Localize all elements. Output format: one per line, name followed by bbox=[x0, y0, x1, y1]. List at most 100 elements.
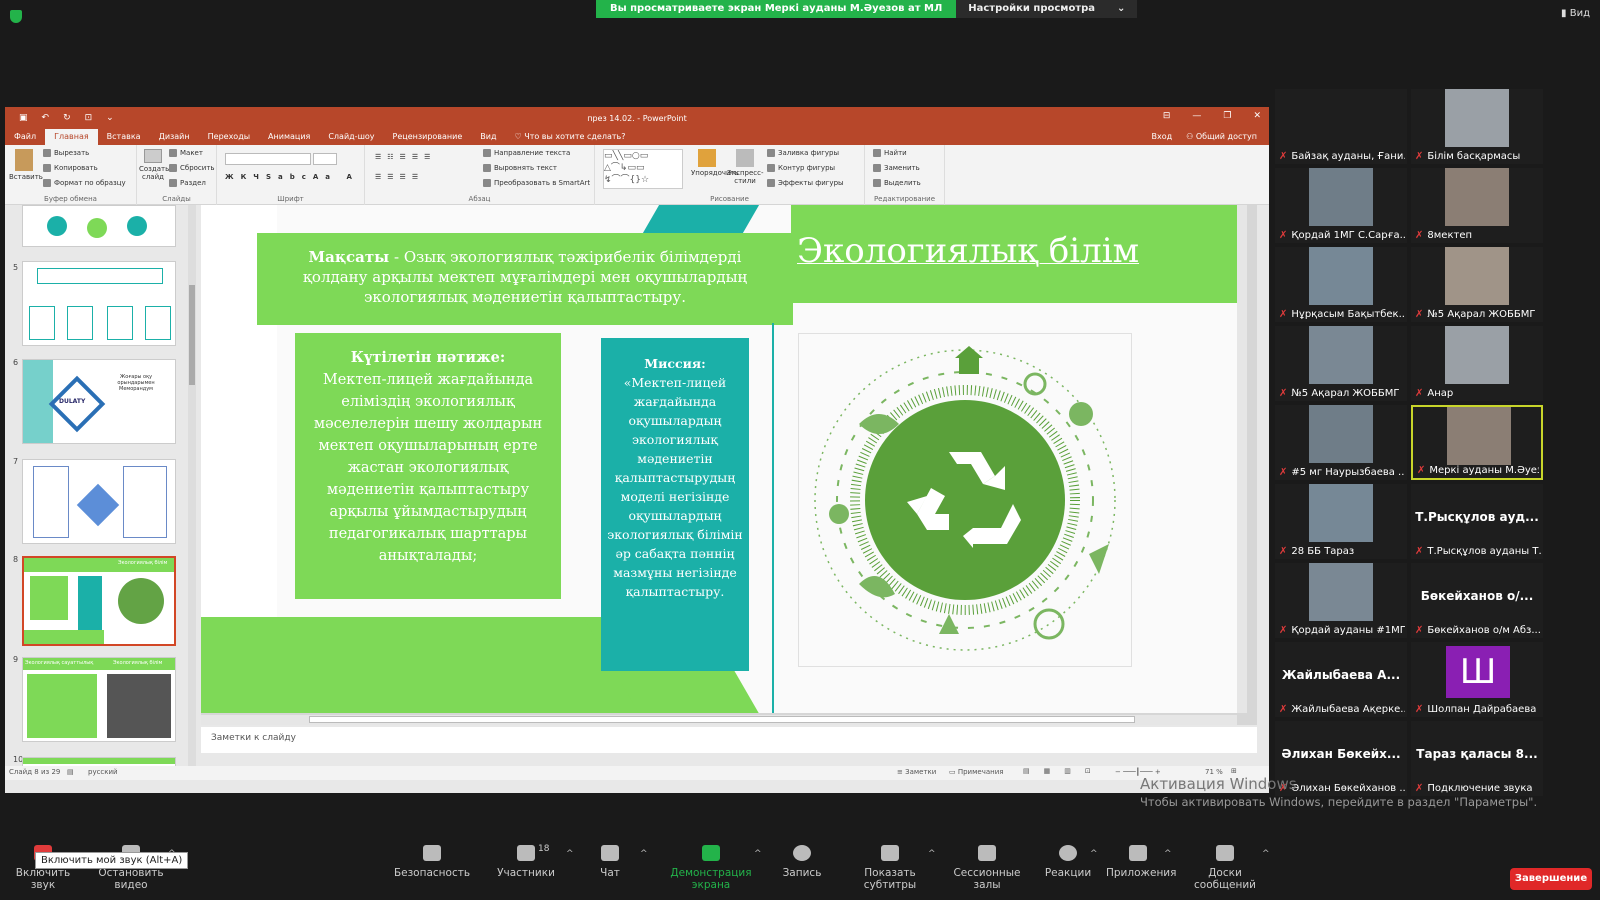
shape-fill-button[interactable]: Заливка фигуры bbox=[767, 149, 839, 157]
list-buttons[interactable]: ☰☷☰☰☰ bbox=[375, 153, 436, 161]
slide-horizontal-scrollbar[interactable] bbox=[201, 715, 1237, 725]
chat-chevron-icon[interactable]: ^ bbox=[640, 849, 648, 859]
participant-tile[interactable]: ✗ Байзақ ауданы, Ғани... bbox=[1275, 89, 1407, 164]
tab-animations[interactable]: Анимация bbox=[259, 129, 319, 145]
participant-tile[interactable]: ✗ №5 Ақарал ЖОББМГ bbox=[1411, 247, 1543, 322]
new-slide-button[interactable]: Создать слайд bbox=[139, 149, 169, 181]
font-name-select[interactable] bbox=[225, 153, 311, 165]
format-painter-button[interactable]: Формат по образцу bbox=[43, 179, 126, 187]
share-button[interactable]: ⚇ Общий доступ bbox=[1186, 132, 1257, 141]
find-button[interactable]: Найти bbox=[873, 149, 907, 157]
replace-button[interactable]: Заменить bbox=[873, 164, 920, 172]
participant-tile[interactable]: ✗ Анар bbox=[1411, 326, 1543, 401]
layout-button[interactable]: Макет bbox=[169, 149, 203, 157]
scrollbar-thumb[interactable] bbox=[189, 285, 195, 385]
tab-transitions[interactable]: Переходы bbox=[199, 129, 259, 145]
tab-design[interactable]: Дизайн bbox=[150, 129, 199, 145]
reset-button[interactable]: Сбросить bbox=[169, 164, 215, 172]
apps-chevron-icon[interactable]: ^ bbox=[1164, 849, 1172, 859]
share-screen-button[interactable]: Демонстрация экрана bbox=[656, 845, 766, 891]
participant-tile[interactable]: Жайлыбаева А... ✗ Жайлыбаева Ақерке... bbox=[1275, 642, 1407, 717]
view-button[interactable]: ▮ Вид bbox=[1561, 8, 1590, 19]
security-shield-icon[interactable] bbox=[10, 10, 22, 23]
tell-me-box[interactable]: ♡ Что вы хотите сделать? bbox=[505, 129, 634, 145]
goal-textbox[interactable]: Мақсаты - Озық экологиялық тәжірибелік б… bbox=[257, 233, 793, 325]
restore-icon[interactable]: ❐ bbox=[1223, 111, 1231, 121]
slide-thumbnail-6[interactable]: DULATY Жоғары оқу орындарымен Меморандум bbox=[22, 359, 176, 444]
select-button[interactable]: Выделить bbox=[873, 179, 921, 187]
eco-recycle-image[interactable] bbox=[798, 333, 1132, 667]
share-chevron-icon[interactable]: ^ bbox=[754, 849, 762, 859]
spellcheck-icon[interactable]: ▤ bbox=[67, 768, 74, 776]
participant-tile[interactable]: ✗ #5 мг Наурызбаева ... bbox=[1275, 405, 1407, 480]
font-size-select[interactable] bbox=[313, 153, 337, 165]
arrange-button[interactable]: Упорядочить bbox=[691, 149, 739, 177]
participant-tile[interactable]: ✗ 28 ББ Тараз bbox=[1275, 484, 1407, 559]
participant-tile[interactable]: ✗ Білім басқармасы bbox=[1411, 89, 1543, 164]
chat-button[interactable]: Чат bbox=[590, 845, 630, 879]
sign-in-link[interactable]: Вход bbox=[1151, 132, 1172, 141]
breakout-rooms-button[interactable]: Сессионные залы bbox=[944, 845, 1030, 891]
tab-view[interactable]: Вид bbox=[471, 129, 505, 145]
mission-textbox[interactable]: Миссия: «Мектеп-лицей жағдайында оқушыла… bbox=[601, 338, 749, 671]
close-icon[interactable]: ✕ bbox=[1253, 111, 1261, 121]
text-direction-button[interactable]: Направление текста bbox=[483, 149, 570, 157]
copy-button[interactable]: Копировать bbox=[43, 164, 98, 172]
whiteboards-chevron-icon[interactable]: ^ bbox=[1262, 849, 1270, 859]
captions-chevron-icon[interactable]: ^ bbox=[928, 849, 936, 859]
notes-toggle[interactable]: ≡ Заметки bbox=[897, 768, 936, 776]
participants-button[interactable]: Участники bbox=[486, 845, 566, 879]
current-slide[interactable]: Экологиялық білім Мақсаты - Озық экологи… bbox=[201, 205, 1237, 713]
participant-tile[interactable]: ✗ №5 Ақарал ЖОББМГ bbox=[1275, 326, 1407, 401]
slide-thumbnail-9[interactable]: Экологиялық сауаттылық Экологиялық білім bbox=[22, 657, 176, 742]
cut-button[interactable]: Вырезать bbox=[43, 149, 89, 157]
participant-tile[interactable]: Ш ✗ Шолпан Дайрабаева bbox=[1411, 642, 1543, 717]
align-buttons[interactable]: ☰☰☰☰ bbox=[375, 173, 424, 181]
tab-insert[interactable]: Вставка bbox=[98, 129, 150, 145]
view-mode-buttons[interactable]: ▤▦▥⊡ bbox=[1023, 767, 1105, 775]
end-meeting-button[interactable]: Завершение bbox=[1510, 868, 1592, 890]
slide-thumbnail-8[interactable]: Экологиялық білім bbox=[22, 556, 176, 646]
participant-tile[interactable]: ✗Меркі ауданы М.Әуезо... bbox=[1411, 405, 1543, 480]
security-button[interactable]: Безопасность bbox=[392, 845, 472, 879]
paste-button[interactable]: Вставить bbox=[9, 149, 43, 181]
captions-button[interactable]: Показать субтитры bbox=[838, 845, 942, 891]
whiteboards-button[interactable]: Доски сообщений bbox=[1180, 845, 1270, 891]
slide-thumbnail-4[interactable] bbox=[22, 205, 176, 247]
language-indicator[interactable]: русский bbox=[88, 768, 118, 776]
fit-slide-icon[interactable]: ⊞ bbox=[1231, 767, 1237, 775]
thumbnail-scrollbar[interactable] bbox=[188, 205, 196, 769]
slide-thumbnail-7[interactable] bbox=[22, 459, 176, 544]
shape-effects-button[interactable]: Эффекты фигуры bbox=[767, 179, 844, 187]
shapes-gallery[interactable]: ▭╲╲▭○▭ △⌒↳▭▭ ↯⌒⌒{}☆ bbox=[603, 149, 683, 189]
tab-home[interactable]: Главная bbox=[45, 129, 98, 145]
notes-pane[interactable]: Заметки к слайду bbox=[201, 727, 1257, 753]
participant-tile[interactable]: Бөкейханов о/... ✗ Бөкейханов о/м Абз... bbox=[1411, 563, 1543, 638]
participant-tile[interactable]: ✗ Нұрқасым Бақытбек... bbox=[1275, 247, 1407, 322]
apps-button[interactable]: Приложения bbox=[1106, 845, 1176, 879]
align-text-button[interactable]: Выровнять текст bbox=[483, 164, 557, 172]
ribbon-display-icon[interactable]: ⊟ bbox=[1163, 111, 1171, 121]
participant-tile[interactable]: ✗ 8мектеп bbox=[1411, 168, 1543, 243]
participant-tile[interactable]: ✗ Қордай ауданы #1МГ bbox=[1275, 563, 1407, 638]
section-button[interactable]: Раздел bbox=[169, 179, 206, 187]
font-format-buttons[interactable]: ЖКЧSabcAa A bbox=[225, 173, 359, 181]
tab-review[interactable]: Рецензирование bbox=[384, 129, 472, 145]
tab-slideshow[interactable]: Слайд-шоу bbox=[319, 129, 383, 145]
minimize-icon[interactable]: — bbox=[1192, 111, 1201, 121]
record-button[interactable]: Запись bbox=[780, 845, 824, 879]
view-settings-button[interactable]: Настройки просмотра ⌄ bbox=[956, 0, 1138, 18]
expected-result-textbox[interactable]: Күтілетін нәтиже: Мектеп-лицей жағдайынд… bbox=[295, 333, 561, 599]
participant-tile[interactable]: Тараз қаласы 8... ✗ Подключение звука bbox=[1411, 721, 1543, 796]
participant-tile[interactable]: Т.Рысқұлов ауд... ✗ Т.Рысқұлов ауданы Т... bbox=[1411, 484, 1543, 559]
comments-toggle[interactable]: ▭ Примечания bbox=[949, 768, 1003, 776]
quick-styles-button[interactable]: Экспресс-стили bbox=[727, 149, 764, 185]
shape-outline-button[interactable]: Контур фигуры bbox=[767, 164, 835, 172]
participants-chevron-icon[interactable]: ^ bbox=[566, 849, 574, 859]
participant-tile[interactable]: ✗ Қордай 1МГ С.Сарға... bbox=[1275, 168, 1407, 243]
slide-title[interactable]: Экологиялық білім bbox=[797, 231, 1233, 271]
reactions-button[interactable]: Реакции bbox=[1044, 845, 1092, 879]
tab-file[interactable]: Файл bbox=[5, 129, 45, 145]
slide-thumbnail-5[interactable] bbox=[22, 261, 176, 346]
slide-vertical-scrollbar[interactable] bbox=[1237, 205, 1247, 713]
